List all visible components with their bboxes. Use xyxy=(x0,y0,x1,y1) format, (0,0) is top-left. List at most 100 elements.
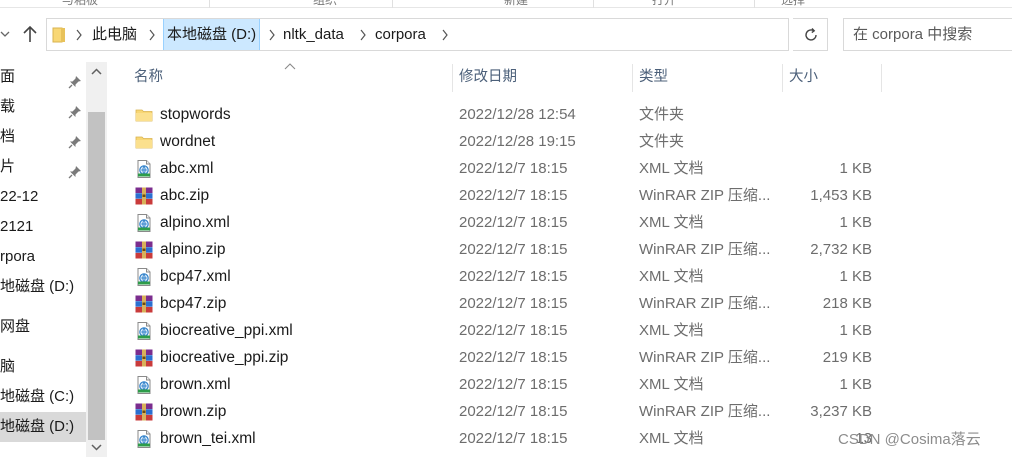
scroll-thumb[interactable] xyxy=(88,112,105,440)
refresh-icon xyxy=(805,28,817,41)
file-row[interactable]: abc.xml 2022/12/7 18:15 XML 文档 1 KB xyxy=(107,155,1012,182)
winrar-archive-icon xyxy=(134,294,154,314)
file-size: 1 KB xyxy=(839,268,872,285)
file-size: 1 KB xyxy=(839,322,872,339)
nav-pane-item[interactable]: 脑 xyxy=(0,352,86,382)
column-divider[interactable] xyxy=(881,64,882,92)
address-bar[interactable]: 此电脑 本地磁盘 (D:) nltk_data corpora xyxy=(46,18,821,51)
column-divider[interactable] xyxy=(452,64,453,92)
nav-pane-item-label: 脑 xyxy=(0,358,16,375)
file-row[interactable]: brown.xml 2022/12/7 18:15 XML 文档 1 KB xyxy=(107,371,1012,398)
pin-icon[interactable] xyxy=(68,100,82,119)
nav-pane-item-label: 面 xyxy=(0,68,16,85)
file-modified-date: 2022/12/28 19:15 xyxy=(459,133,576,150)
file-size: 1 KB xyxy=(839,214,872,231)
pin-icon[interactable] xyxy=(68,130,82,149)
xml-file-icon xyxy=(134,429,154,449)
ribbon-tab-new[interactable]: 新建 xyxy=(504,0,528,8)
nav-pane-item[interactable]: 网盘 xyxy=(0,312,86,342)
ribbon-tab-open[interactable]: 打开 xyxy=(652,0,676,8)
chevron-right-icon[interactable] xyxy=(74,28,84,42)
chevron-right-icon[interactable] xyxy=(358,28,368,42)
chevron-right-icon[interactable] xyxy=(267,28,277,42)
nav-pane-item-label: 地磁盘 (D:) xyxy=(0,278,75,295)
file-modified-date: 2022/12/7 18:15 xyxy=(459,295,568,312)
winrar-archive-icon xyxy=(134,402,154,422)
nav-pane-item[interactable]: 地磁盘 (C:) xyxy=(0,382,86,412)
folder-icon xyxy=(134,105,154,125)
file-row[interactable]: biocreative_ppi.xml 2022/12/7 18:15 XML 文档… xyxy=(107,317,1012,344)
nav-pane-item-label: 网盘 xyxy=(0,318,31,335)
file-size: 2,732 KB xyxy=(810,241,872,258)
breadcrumb-this-pc[interactable]: 此电脑 xyxy=(92,19,137,50)
file-name: stopwords xyxy=(160,106,231,123)
nav-pane-item-label: 22-12 xyxy=(0,188,39,205)
file-name: brown.zip xyxy=(160,403,227,420)
search-box[interactable] xyxy=(843,18,1012,51)
scroll-down-arrow-icon[interactable] xyxy=(86,437,107,457)
scroll-up-arrow-icon[interactable] xyxy=(86,62,107,82)
file-modified-date: 2022/12/7 18:15 xyxy=(459,187,568,204)
folder-icon xyxy=(134,132,154,152)
file-name: biocreative_ppi.xml xyxy=(160,322,293,339)
file-row[interactable]: abc.zip 2022/12/7 18:15 WinRAR ZIP 压缩... 1,… xyxy=(107,182,1012,209)
file-row[interactable]: wordnet 2022/12/28 19:15 文件夹 xyxy=(107,128,1012,155)
file-row[interactable]: bcp47.zip 2022/12/7 18:15 WinRAR ZIP 压缩...… xyxy=(107,290,1012,317)
xml-file-icon xyxy=(134,375,154,395)
nav-pane-item[interactable]: rpora xyxy=(0,242,86,272)
file-row[interactable]: brown.zip 2022/12/7 18:15 WinRAR ZIP 压缩...… xyxy=(107,398,1012,425)
winrar-archive-icon xyxy=(134,348,154,368)
file-size: 218 KB xyxy=(822,295,872,312)
nav-pane-item-label: 地磁盘 (C:) xyxy=(0,388,75,405)
pin-icon[interactable] xyxy=(68,70,82,89)
file-modified-date: 2022/12/7 18:15 xyxy=(459,241,568,258)
xml-file-icon xyxy=(134,213,154,233)
column-header-name[interactable]: 名称 xyxy=(134,62,163,92)
column-divider[interactable] xyxy=(632,64,633,92)
refresh-button[interactable] xyxy=(793,18,828,51)
file-modified-date: 2022/12/7 18:15 xyxy=(459,349,568,366)
breadcrumb-nltk-data[interactable]: nltk_data xyxy=(283,19,344,50)
breadcrumb-local-disk-d[interactable]: 本地磁盘 (D:) xyxy=(163,19,261,50)
nav-pane-item-label: 载 xyxy=(0,98,16,115)
file-row[interactable]: stopwords 2022/12/28 12:54 文件夹 xyxy=(107,101,1012,128)
file-modified-date: 2022/12/7 18:15 xyxy=(459,268,568,285)
nav-pane-item[interactable]: 面 xyxy=(0,62,86,92)
breadcrumb-corpora[interactable]: corpora xyxy=(375,19,426,50)
navigation-row: 此电脑 本地磁盘 (D:) nltk_data corpora xyxy=(0,8,1012,62)
navigation-pane-scrollbar[interactable] xyxy=(86,62,107,457)
winrar-archive-icon xyxy=(134,240,154,260)
column-header-type[interactable]: 类型 xyxy=(639,62,668,92)
sort-ascending-icon xyxy=(284,62,296,70)
ribbon-tab-organize[interactable]: 组织 xyxy=(313,0,337,8)
column-divider[interactable] xyxy=(782,64,783,92)
nav-pane-item[interactable]: 档 xyxy=(0,122,86,152)
search-input[interactable] xyxy=(844,19,1012,50)
column-header-date[interactable]: 修改日期 xyxy=(459,62,517,92)
ribbon-tab-clipboard[interactable]: 与粘板 xyxy=(62,0,98,8)
chevron-right-icon[interactable] xyxy=(147,28,157,42)
file-row[interactable]: alpino.xml 2022/12/7 18:15 XML 文档 1 KB xyxy=(107,209,1012,236)
nav-pane-item-label: 片 xyxy=(0,158,16,175)
pin-icon[interactable] xyxy=(68,160,82,179)
ribbon-tab-select[interactable]: 选择 xyxy=(781,0,805,8)
file-type: 文件夹 xyxy=(639,133,685,150)
file-modified-date: 2022/12/28 12:54 xyxy=(459,106,576,123)
up-arrow-button[interactable] xyxy=(18,22,42,46)
column-header-size[interactable]: 大小 xyxy=(789,62,818,92)
nav-pane-item[interactable]: 片 xyxy=(0,152,86,182)
nav-pane-item[interactable]: 地磁盘 (D:) xyxy=(0,272,86,302)
file-modified-date: 2022/12/7 18:15 xyxy=(459,322,568,339)
back-chevron-icon[interactable] xyxy=(0,28,14,42)
file-row[interactable]: biocreative_ppi.zip 2022/12/7 18:15 WinRAR… xyxy=(107,344,1012,371)
nav-pane-item[interactable]: 2121 xyxy=(0,212,86,242)
chevron-right-icon[interactable] xyxy=(440,28,450,42)
file-row[interactable]: alpino.zip 2022/12/7 18:15 WinRAR ZIP 压缩..… xyxy=(107,236,1012,263)
nav-pane-item[interactable]: 载 xyxy=(0,92,86,122)
nav-pane-item[interactable]: 地磁盘 (D:) xyxy=(0,412,86,442)
file-type: XML 文档 xyxy=(639,214,704,231)
file-row[interactable]: bcp47.xml 2022/12/7 18:15 XML 文档 1 KB xyxy=(107,263,1012,290)
nav-pane-item[interactable]: 22-12 xyxy=(0,182,86,212)
file-type: WinRAR ZIP 压缩... xyxy=(639,241,771,258)
file-type: WinRAR ZIP 压缩... xyxy=(639,403,771,420)
